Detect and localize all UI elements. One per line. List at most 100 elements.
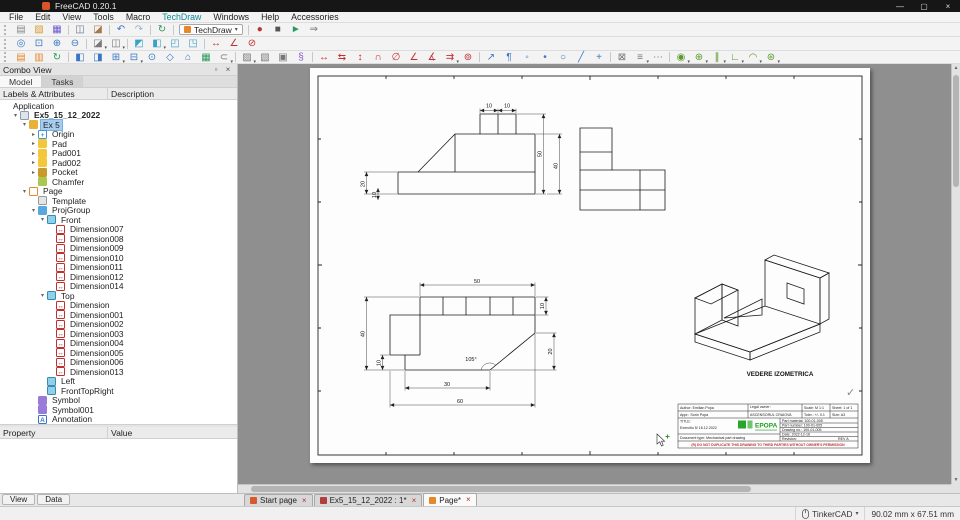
menu-file[interactable]: File [3, 12, 29, 23]
draw-style-icon[interactable]: ◪▾ [89, 37, 107, 50]
workbench-selector[interactable]: TechDraw▾ [179, 24, 243, 35]
tree-item-annotation[interactable]: AAnnotation [0, 415, 237, 425]
document-tab-start-page[interactable]: Start page× [244, 494, 313, 506]
tree-item-dimension014[interactable]: ↔Dimension014 [0, 282, 237, 292]
measure-angle-icon[interactable]: ∠ [225, 37, 243, 50]
dimension-text[interactable]: 10 [377, 360, 383, 366]
techdraw-spreadsheet-view-icon[interactable]: ▦ [197, 51, 215, 64]
document-tab-ex5-15-12-2022-1-[interactable]: Ex5_15_12_2022 : 1*× [314, 494, 423, 506]
horizontal-scroll-thumb[interactable] [251, 486, 751, 492]
view-right-icon[interactable]: ◳ [184, 37, 202, 50]
techdraw-image-icon[interactable]: ▣ [274, 51, 292, 64]
dimension-horizontal-icon[interactable]: ⇆ [333, 51, 351, 64]
tree-item-template[interactable]: Template [0, 196, 237, 206]
macro-debug-icon[interactable]: ⇒ [305, 23, 323, 36]
rich-annotation-icon[interactable]: ¶ [500, 51, 518, 64]
tree-item-dimension008[interactable]: ↔Dimension008 [0, 234, 237, 244]
dimension-diameter-icon[interactable]: ∅ [387, 51, 405, 64]
close-button[interactable]: × [936, 2, 960, 11]
menu-edit[interactable]: Edit [29, 12, 56, 23]
extension-hole-circle-icon[interactable]: ⊛▾ [762, 51, 780, 64]
techdraw-arch-view-icon[interactable]: ⌂ [179, 51, 197, 64]
expand-arrow-icon[interactable]: ▸ [29, 159, 38, 166]
tree-item-projgroup[interactable]: ▾ProjGroup [0, 206, 237, 216]
save-icon[interactable]: ▦ [48, 23, 66, 36]
tree-item-application[interactable]: Application [0, 101, 237, 111]
techdraw-symbol-icon[interactable]: § [292, 51, 310, 64]
tree-item-dimension010[interactable]: ↔Dimension010 [0, 253, 237, 263]
cosmetic-quadrant-icon[interactable]: ○ [554, 51, 572, 64]
tab-data[interactable]: Data [37, 494, 70, 505]
toolbar-handle[interactable] [4, 25, 8, 35]
dimension-text[interactable]: 105° [465, 357, 476, 363]
extension-chamfer-dimension-icon[interactable]: ∟▾ [726, 51, 744, 64]
property-editor[interactable] [0, 439, 237, 493]
minimize-button[interactable]: — [888, 2, 912, 11]
cosmetic-vertex-icon[interactable]: ◦ [518, 51, 536, 64]
expand-arrow-icon[interactable]: ▾ [11, 112, 20, 119]
tree-item-page[interactable]: ▾Page [0, 187, 237, 197]
measure-clear-icon[interactable]: ⊘ [243, 37, 261, 50]
tree-item-dimension003[interactable]: ↔Dimension003 [0, 329, 237, 339]
tab-tasks[interactable]: Tasks [42, 76, 83, 87]
zoom-out-icon[interactable]: ⊖ [66, 37, 84, 50]
tree-item-symbol001[interactable]: Symbol001 [0, 405, 237, 415]
toolbar-handle[interactable] [4, 52, 8, 62]
decorate-show-hide-icon[interactable]: ⊠ [613, 51, 631, 64]
expand-arrow-icon[interactable]: ▾ [20, 121, 29, 128]
dimension-angle-icon[interactable]: ∠ [405, 51, 423, 64]
cascade-spacing-icon[interactable]: ⋯ [649, 51, 667, 64]
techdraw-page-template-icon[interactable]: ▥ [30, 51, 48, 64]
dimension-text[interactable]: 30 [444, 382, 450, 388]
tree-item-chamfer[interactable]: Chamfer [0, 177, 237, 187]
tree-item-dimension012[interactable]: ↔Dimension012 [0, 272, 237, 282]
close-tab-icon[interactable]: × [466, 496, 471, 504]
tree-item-dimension[interactable]: ↔Dimension [0, 301, 237, 311]
dimension-text[interactable]: 20 [548, 348, 554, 354]
close-tab-icon[interactable]: × [302, 497, 307, 505]
tree-item-dimension013[interactable]: ↔Dimension013 [0, 367, 237, 377]
expand-arrow-icon[interactable]: ▸ [29, 131, 38, 138]
paste-icon[interactable]: ◪ [89, 23, 107, 36]
tab-view[interactable]: View [2, 494, 35, 505]
menu-techdraw[interactable]: TechDraw [156, 12, 207, 23]
viewport-icon[interactable]: ◫▾ [107, 37, 125, 50]
document-tab-page-[interactable]: Page*× [423, 493, 476, 506]
centerline-icon[interactable]: + [590, 51, 608, 64]
menu-accessories[interactable]: Accessories [285, 12, 344, 23]
tree-item-pad[interactable]: ▸Pad [0, 139, 237, 149]
dimension-text[interactable]: 20 [361, 181, 367, 187]
refresh-icon[interactable]: ↻ [153, 23, 171, 36]
scroll-up-icon[interactable]: ▲ [952, 65, 960, 71]
tree-item-dimension005[interactable]: ↔Dimension005 [0, 348, 237, 358]
redo-icon[interactable]: ↷ [130, 23, 148, 36]
expand-arrow-icon[interactable]: ▾ [38, 292, 47, 299]
expand-arrow-icon[interactable]: ▾ [38, 216, 47, 223]
view-isometric-icon[interactable]: ◩ [130, 37, 148, 50]
copy-icon[interactable]: ◫ [71, 23, 89, 36]
dimension-length-icon[interactable]: ↔ [315, 51, 333, 64]
dimension-radius-icon[interactable]: ∩ [369, 51, 387, 64]
menu-tools[interactable]: Tools [87, 12, 120, 23]
tree-item-dimension002[interactable]: ↔Dimension002 [0, 320, 237, 330]
extension-arc-dimension-icon[interactable]: ◠▾ [744, 51, 762, 64]
menu-macro[interactable]: Macro [120, 12, 156, 23]
techdraw-projection-group-icon[interactable]: ⊞▾ [107, 51, 125, 64]
menu-windows[interactable]: Windows [207, 12, 255, 23]
view-front-icon[interactable]: ◧▾ [148, 37, 166, 50]
techdraw-redraw-page-icon[interactable]: ↻ [48, 51, 66, 64]
undo-icon[interactable]: ↶ [112, 23, 130, 36]
line-attributes-icon[interactable]: ≡▾ [631, 51, 649, 64]
tab-model[interactable]: Model [0, 76, 42, 87]
tree-item-left[interactable]: Left [0, 377, 237, 387]
view-top-icon[interactable]: ◰ [166, 37, 184, 50]
tree-item-ex5-15-12-2022[interactable]: ▾Ex5_15_12_2022 [0, 111, 237, 121]
menu-view[interactable]: View [56, 12, 87, 23]
dimension-vertical-icon[interactable]: ↕ [351, 51, 369, 64]
fit-selection-icon[interactable]: ⊡ [30, 37, 48, 50]
dimension-text[interactable]: 40 [554, 163, 560, 169]
tree-item-dimension004[interactable]: ↔Dimension004 [0, 339, 237, 349]
measure-distance-icon[interactable]: ↔ [207, 37, 225, 50]
dimension-text[interactable]: 60 [457, 399, 463, 405]
dimension-extent-icon[interactable]: ⇉▾ [441, 51, 459, 64]
